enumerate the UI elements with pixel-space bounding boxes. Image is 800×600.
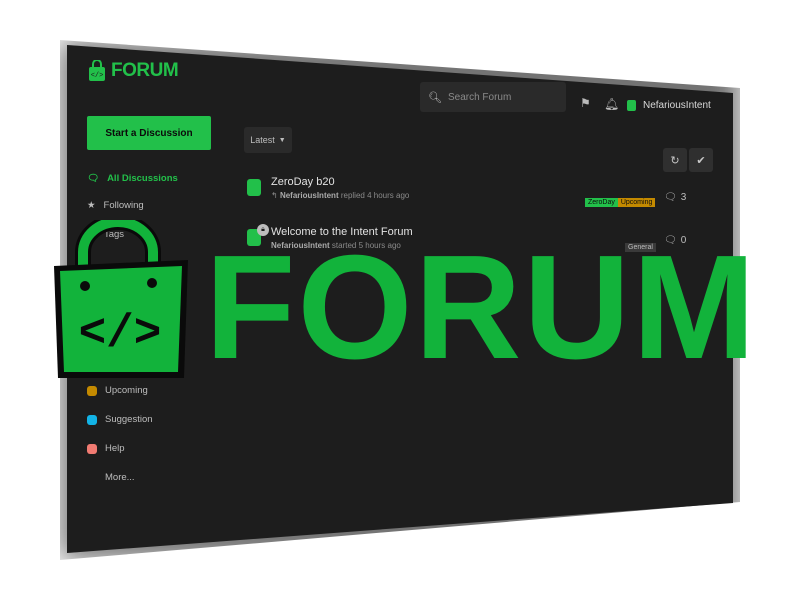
- bag-icon: </>: [89, 60, 105, 81]
- sidebar-tag-label: Help: [105, 443, 125, 454]
- sidebar-item-label: All Discussions: [107, 173, 178, 184]
- discussion-body: ZeroDay b20 ↰ NefariousIntent replied 4 …: [271, 176, 409, 200]
- sidebar-tag-suggestion[interactable]: Suggestion: [87, 414, 153, 425]
- sidebar-item-all-discussions[interactable]: 🗨︎ All Discussions: [87, 173, 178, 184]
- forum-wordmark: FORUM: [205, 225, 758, 390]
- start-discussion-button[interactable]: Start a Discussion: [87, 116, 211, 150]
- reply-icon: ↰: [271, 191, 278, 200]
- sort-label: Latest: [250, 135, 275, 145]
- reply-count: 🗨︎ 3: [664, 192, 686, 203]
- discussion-action: replied: [340, 191, 365, 200]
- avatar: [247, 179, 261, 196]
- tag-color-swatch: [87, 443, 97, 454]
- brand-name: FORUM: [111, 60, 179, 81]
- header-logo[interactable]: </> FORUM: [87, 60, 179, 82]
- sidebar-more-link[interactable]: More...: [105, 472, 135, 483]
- avatar: [627, 100, 636, 111]
- bell-icon[interactable]: 🔔︎: [604, 97, 619, 111]
- tag-badge[interactable]: Upcoming: [617, 198, 656, 207]
- discussion-time: 4 hours ago: [367, 191, 410, 200]
- discussion-meta: ↰ NefariousIntent replied 4 hours ago: [271, 191, 409, 200]
- sidebar-tag-help[interactable]: Help: [87, 443, 125, 454]
- forum-logo-icon: </>: [48, 214, 193, 387]
- search-input[interactable]: 🔍︎ Search Forum: [420, 82, 566, 112]
- discussion-row[interactable]: ZeroDay b20 ↰ NefariousIntent replied 4 …: [247, 176, 409, 200]
- discussion-title[interactable]: ZeroDay b20: [271, 176, 409, 188]
- sidebar-more-label: More...: [105, 472, 135, 483]
- comment-icon: 🗨︎: [664, 192, 677, 203]
- sidebar-tag-label: Suggestion: [105, 414, 153, 425]
- sidebar-item-following[interactable]: ★ Following: [87, 200, 144, 211]
- refresh-icon: ↻: [670, 154, 680, 167]
- refresh-button[interactable]: ↻: [663, 148, 687, 172]
- username: NefariousIntent: [643, 100, 711, 111]
- tag-badge[interactable]: ZeroDay: [585, 198, 618, 207]
- star-icon: ★: [87, 200, 96, 211]
- flag-icon[interactable]: ⚑: [580, 96, 591, 110]
- reply-count-value: 3: [680, 192, 687, 203]
- tag-color-swatch: [87, 385, 97, 396]
- search-icon: 🔍︎: [428, 91, 442, 104]
- sidebar-item-label: Following: [103, 200, 144, 211]
- search-placeholder: Search Forum: [447, 91, 512, 103]
- caret-down-icon: ▼: [278, 136, 286, 144]
- sort-dropdown[interactable]: Latest ▼: [244, 127, 292, 153]
- user-menu[interactable]: NefariousIntent: [627, 100, 711, 111]
- tag-color-swatch: [87, 414, 97, 425]
- svg-text:</>: </>: [91, 72, 104, 80]
- mark-all-read-button[interactable]: ✔: [689, 148, 713, 172]
- discussions-icon: 🗨︎: [87, 173, 100, 184]
- check-icon: ✔: [696, 154, 706, 167]
- svg-text:</>: </>: [79, 308, 162, 360]
- discussion-author: NefariousIntent: [279, 191, 339, 200]
- discussion-tags: ZeroDay Upcoming: [585, 191, 656, 209]
